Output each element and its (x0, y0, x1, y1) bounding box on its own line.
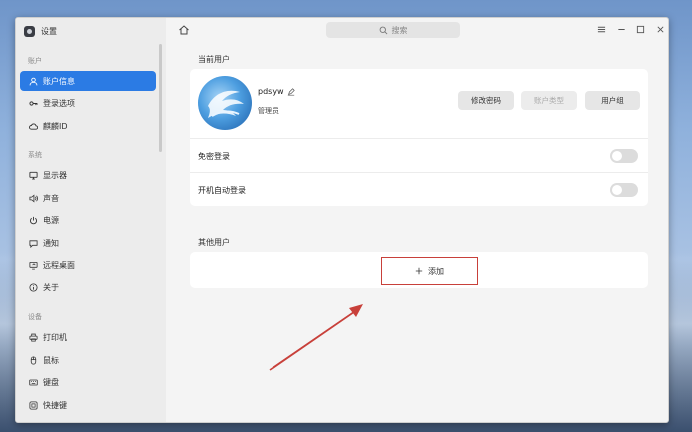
sidebar-item-label: 快捷键 (43, 400, 67, 410)
user-group-button[interactable]: 用户组 (585, 91, 640, 110)
sidebar-item-label: 打印机 (43, 332, 67, 342)
add-user-button[interactable]: 添加 (381, 257, 478, 285)
sidebar-item-mouse[interactable]: 鼠标 (20, 350, 156, 370)
key-icon (28, 98, 38, 108)
account-type-button[interactable]: 账户类型 (521, 91, 577, 110)
app-title-text: 设置 (41, 26, 57, 36)
current-user-card: pdsyw 管理员 修改密码 账户类型 用户组 免密登录 开机自动登录 (190, 69, 648, 206)
sidebar-item-label: 鼠标 (43, 355, 59, 365)
user-icon (28, 76, 38, 86)
password-free-login-label: 免密登录 (198, 152, 230, 161)
sidebar-section-devices: 设备 (28, 313, 42, 321)
password-free-login-toggle[interactable] (610, 149, 638, 163)
sidebar-item-remote-desktop[interactable]: 远程桌面 (20, 255, 156, 275)
search-placeholder: 搜索 (391, 25, 408, 35)
sidebar-section-account: 账户 (28, 57, 42, 65)
add-user-label: 添加 (428, 266, 444, 276)
cloud-icon (28, 121, 38, 131)
sidebar-item-label: 声音 (43, 193, 59, 203)
current-user-title: 当前用户 (198, 55, 230, 64)
sidebar-item-notifications[interactable]: 通知 (20, 233, 156, 253)
sidebar-item-label: 麒麟ID (43, 121, 68, 131)
user-role: 管理员 (258, 107, 279, 115)
sidebar-item-label: 关于 (43, 282, 59, 292)
sidebar-item-kylin-id[interactable]: 麒麟ID (20, 116, 156, 136)
sidebar-item-about[interactable]: 关于 (20, 277, 156, 297)
sidebar-item-account-info[interactable]: 账户信息 (20, 71, 156, 91)
sidebar-item-label: 通知 (43, 238, 59, 248)
username: pdsyw (258, 87, 295, 96)
sidebar-item-label: 显示器 (43, 170, 67, 180)
shortcut-icon (28, 400, 38, 410)
sidebar: 设置 账户 账户信息 登录选项 麒麟ID 系统 显示器 声音 电源 通知 远程桌… (16, 18, 166, 422)
sidebar-item-power[interactable]: 电源 (20, 210, 156, 230)
change-password-button[interactable]: 修改密码 (458, 91, 514, 110)
sidebar-item-keyboard[interactable]: 键盘 (20, 372, 156, 392)
search-input[interactable]: 搜索 (326, 22, 460, 38)
other-users-title: 其他用户 (198, 238, 230, 247)
edit-icon[interactable] (287, 87, 295, 96)
chat-icon (28, 238, 38, 248)
maximize-icon[interactable] (634, 23, 646, 35)
app-title: 设置 (24, 25, 57, 37)
search-icon (379, 26, 387, 34)
auto-login-label: 开机自动登录 (198, 186, 246, 195)
power-icon (28, 215, 38, 225)
username-text: pdsyw (258, 87, 284, 96)
settings-app-icon (24, 25, 35, 37)
home-icon[interactable] (178, 24, 190, 36)
info-icon (28, 282, 38, 292)
mouse-icon (28, 355, 38, 365)
menu-icon[interactable] (595, 23, 607, 35)
close-icon[interactable] (654, 23, 666, 35)
printer-icon (28, 332, 38, 342)
sidebar-item-label: 登录选项 (43, 98, 75, 108)
sidebar-item-label: 键盘 (43, 377, 59, 387)
sidebar-item-sound[interactable]: 声音 (20, 188, 156, 208)
sidebar-item-label: 电源 (43, 215, 59, 225)
sidebar-item-display[interactable]: 显示器 (20, 165, 156, 185)
sidebar-item-login-options[interactable]: 登录选项 (20, 93, 156, 113)
sidebar-section-system: 系统 (28, 151, 42, 159)
remote-desktop-icon (28, 260, 38, 270)
auto-login-toggle[interactable] (610, 183, 638, 197)
sidebar-item-label: 账户信息 (43, 76, 75, 86)
settings-window: 设置 账户 账户信息 登录选项 麒麟ID 系统 显示器 声音 电源 通知 远程桌… (15, 17, 669, 423)
monitor-icon (28, 170, 38, 180)
divider (190, 172, 648, 173)
kylin-logo-icon (208, 90, 244, 118)
avatar[interactable] (198, 76, 252, 130)
sidebar-scrollbar[interactable] (159, 44, 162, 152)
sidebar-item-shortcuts[interactable]: 快捷键 (20, 395, 156, 415)
divider (190, 138, 648, 139)
plus-icon (415, 267, 423, 275)
sidebar-item-label: 远程桌面 (43, 260, 75, 270)
sidebar-item-printer[interactable]: 打印机 (20, 327, 156, 347)
keyboard-icon (28, 377, 38, 387)
title-bar: 搜索 (166, 18, 668, 42)
minimize-icon[interactable] (615, 23, 627, 35)
speaker-icon (28, 193, 38, 203)
